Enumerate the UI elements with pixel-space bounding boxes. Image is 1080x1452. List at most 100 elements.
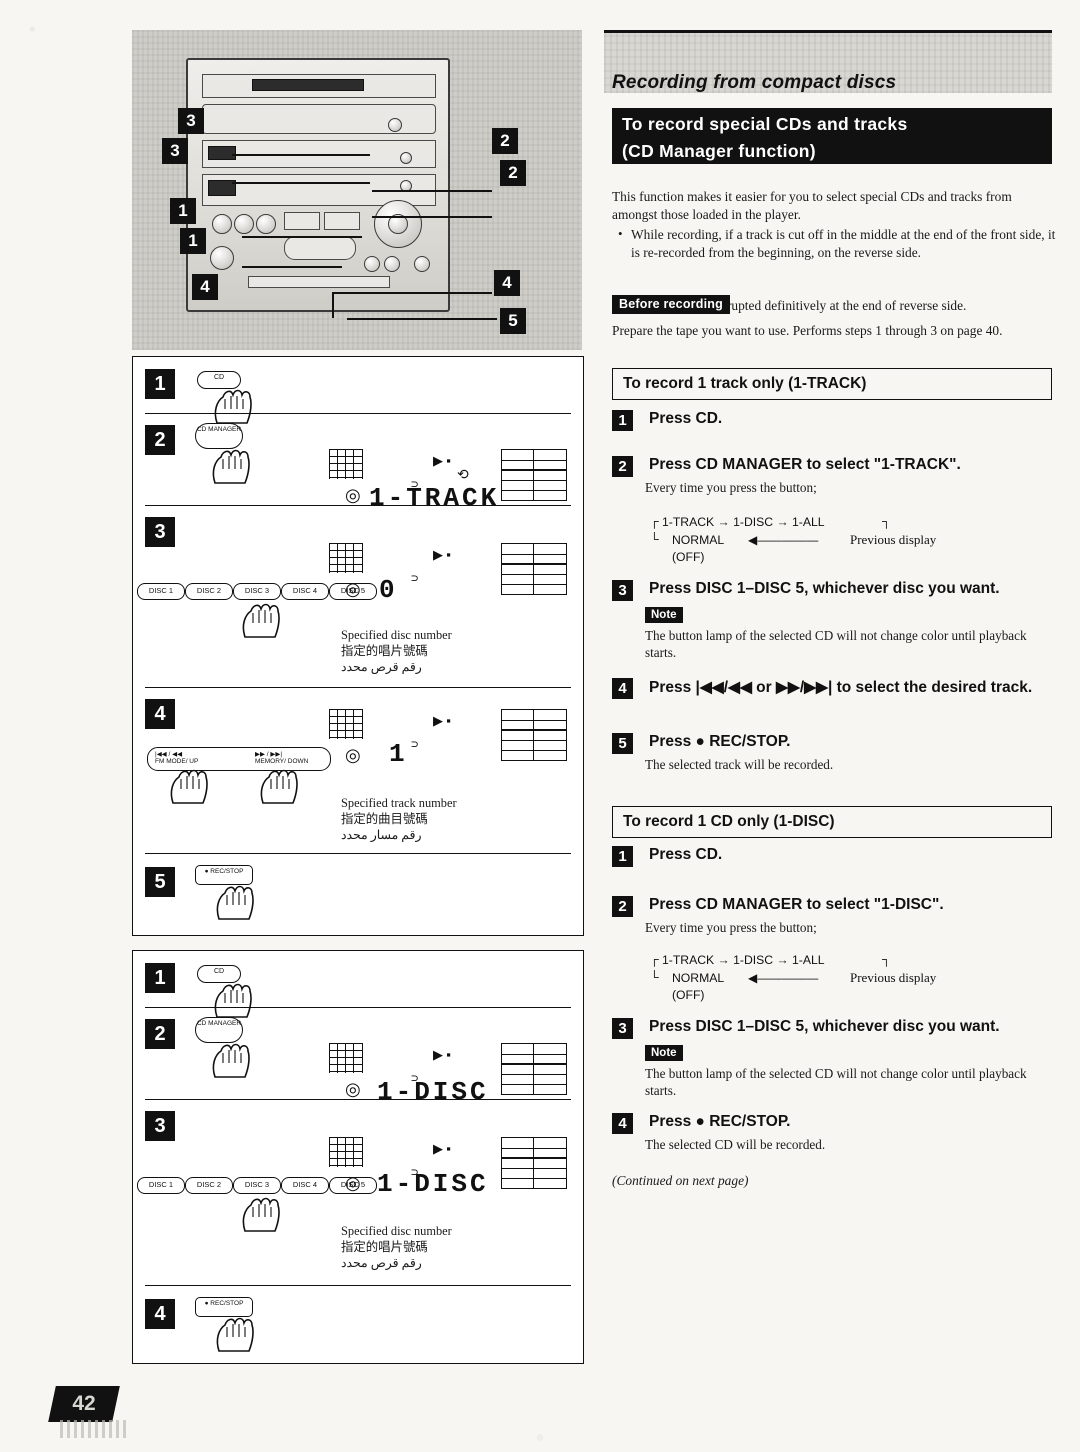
cd-disc-icon: ◎ bbox=[345, 745, 361, 765]
display-grid-icon bbox=[329, 709, 363, 739]
step-1-track-5: 5 Press ● REC/STOP. The selected track w… bbox=[612, 733, 1052, 773]
step-sub: Every time you press the button; bbox=[645, 920, 817, 935]
lcd-display-1-disc-b: 1-DISC bbox=[377, 1169, 489, 1199]
section-title-1-disc: To record 1 CD only (1-DISC) bbox=[612, 806, 1052, 838]
callout-4a: 4 bbox=[192, 274, 218, 300]
display-right-icon bbox=[501, 1063, 567, 1095]
leader-line bbox=[332, 292, 334, 318]
panel-divider bbox=[145, 505, 571, 506]
hand-pointer-icon bbox=[216, 885, 254, 920]
step-sub: The button lamp of the selected CD will … bbox=[645, 1066, 1027, 1098]
caption-cjk: 指定的唱片號碼 bbox=[341, 644, 428, 658]
step-number: 2 bbox=[612, 896, 633, 917]
callout-3a: 3 bbox=[178, 108, 204, 134]
flow-row2: NORMAL bbox=[672, 533, 725, 547]
lcd-text: 0 bbox=[379, 575, 398, 605]
flow-diagram-1: ┌ 1-TRACK → 1-DISC → 1-ALL ┐ └ NORMAL ◀—… bbox=[650, 514, 937, 564]
disc-button-4[interactable]: DISC 4 bbox=[281, 1177, 329, 1194]
step-sub: Every time you press the button; bbox=[645, 480, 817, 495]
panel-b-step-1: 1 bbox=[145, 963, 175, 993]
disc-button-2[interactable]: DISC 2 bbox=[185, 1177, 233, 1194]
play-icon: ▶ ▪ bbox=[433, 547, 451, 562]
step-1-disc-4: 4 Press ● REC/STOP. The selected CD will… bbox=[612, 1113, 1052, 1153]
section-header-line1: To record special CDs and tracks bbox=[622, 114, 908, 134]
page-title: Recording from compact discs bbox=[612, 72, 897, 93]
panel-a-step-1: 1 bbox=[145, 369, 175, 399]
intro-paragraph: This function makes it easier for you to… bbox=[612, 189, 1012, 222]
panel-b-step-3: 3 bbox=[145, 1111, 175, 1141]
intro-bullet-1: While recording, if a track is cut off i… bbox=[616, 225, 1067, 261]
disc-button-2[interactable]: DISC 2 bbox=[185, 583, 233, 600]
leader-line bbox=[372, 216, 492, 218]
callout-1a: 1 bbox=[170, 198, 196, 224]
callout-4b: 4 bbox=[494, 270, 520, 296]
caption-track-number: Specified track number 指定的曲目號碼 رقم مسار … bbox=[341, 795, 551, 843]
panel-b-step-4: 4 bbox=[145, 1299, 175, 1329]
panel-divider bbox=[145, 1007, 571, 1008]
display-grid-icon bbox=[329, 1137, 363, 1167]
before-recording-tag-wrap: Before recording bbox=[612, 295, 730, 314]
section-title-1-track: To record 1 track only (1-TRACK) bbox=[612, 368, 1052, 400]
panel-a-step-5: 5 bbox=[145, 867, 175, 897]
caption-en: Specified track number bbox=[341, 796, 457, 810]
step-1-disc-1: 1 Press CD. bbox=[612, 846, 1052, 867]
leader-line bbox=[347, 318, 497, 320]
display-grid-icon bbox=[329, 543, 363, 573]
caption-ar: رقم قرص محدد bbox=[341, 1256, 422, 1270]
step-number: 1 bbox=[612, 846, 633, 867]
hand-pointer-icon bbox=[170, 769, 208, 804]
stereo-unit-illustration bbox=[186, 58, 450, 312]
hand-pointer-icon bbox=[242, 603, 280, 638]
disc-label: ⊃ bbox=[411, 738, 419, 752]
step-sub: The button lamp of the selected CD will … bbox=[645, 628, 1027, 660]
hand-pointer-icon bbox=[212, 449, 250, 484]
continued-note: (Continued on next page) bbox=[612, 1173, 749, 1188]
product-photo: 3 3 2 2 1 1 4 4 5 bbox=[132, 30, 582, 350]
step-number: 4 bbox=[612, 678, 633, 699]
panel-divider bbox=[145, 853, 571, 854]
cd-disc-icon: ◎ bbox=[345, 1079, 361, 1099]
flow-previous: Previous display bbox=[850, 970, 937, 985]
disc-button-1[interactable]: DISC 1 bbox=[137, 583, 185, 600]
caption-en: Specified disc number bbox=[341, 628, 452, 642]
panel-divider bbox=[145, 413, 571, 414]
callout-5: 5 bbox=[500, 308, 526, 334]
step-1-track-4: 4 Press |◀◀/◀◀ or ▶▶/▶▶| to select the d… bbox=[612, 678, 1052, 699]
leader-line bbox=[332, 292, 492, 294]
lcd-display-track-number: 1 bbox=[389, 739, 408, 769]
display-right-icon bbox=[501, 729, 567, 761]
disc-button-4[interactable]: DISC 4 bbox=[281, 583, 329, 600]
flow-previous: Previous display bbox=[850, 532, 937, 547]
step-1-track-2: 2 Press CD MANAGER to select "1-TRACK". … bbox=[612, 456, 1052, 496]
panel-a-step-4: 4 bbox=[145, 699, 175, 729]
step-sub: The selected CD will be recorded. bbox=[645, 1137, 826, 1152]
step-label: Press ● REC/STOP. bbox=[649, 733, 791, 750]
caption-ar: رقم قرص محدد bbox=[341, 660, 422, 674]
panel-a-step-2: 2 bbox=[145, 425, 175, 455]
step-number: 3 bbox=[612, 1018, 633, 1039]
step-label: Press ● REC/STOP. bbox=[649, 1113, 791, 1130]
before-recording-tag: Before recording bbox=[612, 295, 730, 314]
step-number: 5 bbox=[612, 733, 633, 754]
cd-disc-icon: ◎ bbox=[345, 1173, 361, 1193]
flow-row2: NORMAL bbox=[672, 971, 725, 985]
page-number-tab: 42 bbox=[48, 1386, 120, 1422]
hand-pointer-icon bbox=[216, 1317, 254, 1352]
callout-1b: 1 bbox=[180, 228, 206, 254]
panel-b-step-2: 2 bbox=[145, 1019, 175, 1049]
leader-line bbox=[242, 236, 362, 238]
step-label: Press DISC 1–DISC 5, whichever disc you … bbox=[649, 580, 1000, 597]
display-right-icon bbox=[501, 563, 567, 595]
disc-button-1[interactable]: DISC 1 bbox=[137, 1177, 185, 1194]
hand-pointer-icon bbox=[214, 983, 252, 1018]
lcd-text: 1-DISC bbox=[377, 1077, 489, 1107]
panel-divider bbox=[145, 1099, 571, 1100]
hand-pointer-icon bbox=[212, 1043, 250, 1078]
step-number: 1 bbox=[612, 410, 633, 431]
section-header: To record special CDs and tracks (CD Man… bbox=[612, 108, 1052, 164]
hand-pointer-icon bbox=[242, 1197, 280, 1232]
hand-pointer-icon bbox=[260, 769, 298, 804]
cd-disc-icon: ◎ bbox=[345, 579, 361, 599]
callout-3b: 3 bbox=[162, 138, 188, 164]
step-sub: The selected track will be recorded. bbox=[645, 757, 834, 772]
